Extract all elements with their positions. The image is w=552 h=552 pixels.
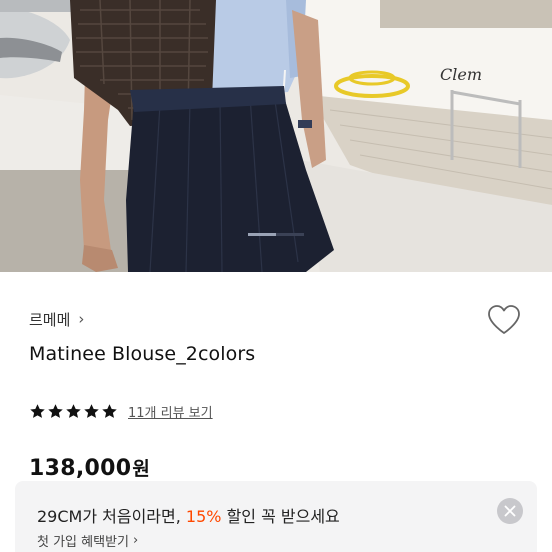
signup-benefit-label: 첫 가입 혜택받기 bbox=[37, 535, 129, 550]
product-title: Matinee Blouse_2colors bbox=[29, 343, 256, 365]
product-hero-image[interactable]: Clem bbox=[0, 0, 552, 272]
promo-text-before: 29CM가 처음이라면, bbox=[37, 507, 186, 526]
hero-photo-illustration: Clem bbox=[0, 0, 552, 272]
star-icon bbox=[66, 403, 81, 418]
star-icon bbox=[48, 403, 63, 418]
signup-promo-banner: 29CM가 처음이라면, 15% 할인 꼭 받으세요 첫 가입 혜택받기 › bbox=[15, 481, 537, 552]
heart-outline-icon bbox=[488, 305, 520, 334]
price-unit: 원 bbox=[132, 458, 150, 480]
rating-row: 11개 리뷰 보기 bbox=[29, 400, 213, 422]
rating-stars bbox=[29, 403, 118, 420]
promo-text-after: 할인 꼭 받으세요 bbox=[221, 507, 340, 526]
review-link[interactable]: 11개 리뷰 보기 bbox=[128, 402, 213, 421]
chevron-right-icon: › bbox=[133, 533, 139, 548]
product-price: 138,000 원 bbox=[29, 454, 150, 481]
boat-name-text: Clem bbox=[440, 65, 482, 84]
close-promo-button[interactable] bbox=[497, 498, 523, 524]
wishlist-heart-button[interactable] bbox=[486, 302, 522, 338]
promo-discount: 15% bbox=[185, 507, 222, 526]
signup-benefit-link[interactable]: 첫 가입 혜택받기 › bbox=[37, 531, 138, 550]
close-icon bbox=[504, 505, 516, 517]
star-icon bbox=[102, 403, 117, 418]
promo-headline: 29CM가 처음이라면, 15% 할인 꼭 받으세요 bbox=[37, 503, 340, 527]
brand-name: 르메메 bbox=[29, 310, 71, 329]
price-amount: 138,000 bbox=[29, 456, 132, 481]
star-icon bbox=[30, 403, 45, 418]
brand-link[interactable]: 르메메 › bbox=[29, 306, 84, 332]
star-icon bbox=[84, 403, 99, 418]
chevron-right-icon: › bbox=[78, 309, 85, 328]
